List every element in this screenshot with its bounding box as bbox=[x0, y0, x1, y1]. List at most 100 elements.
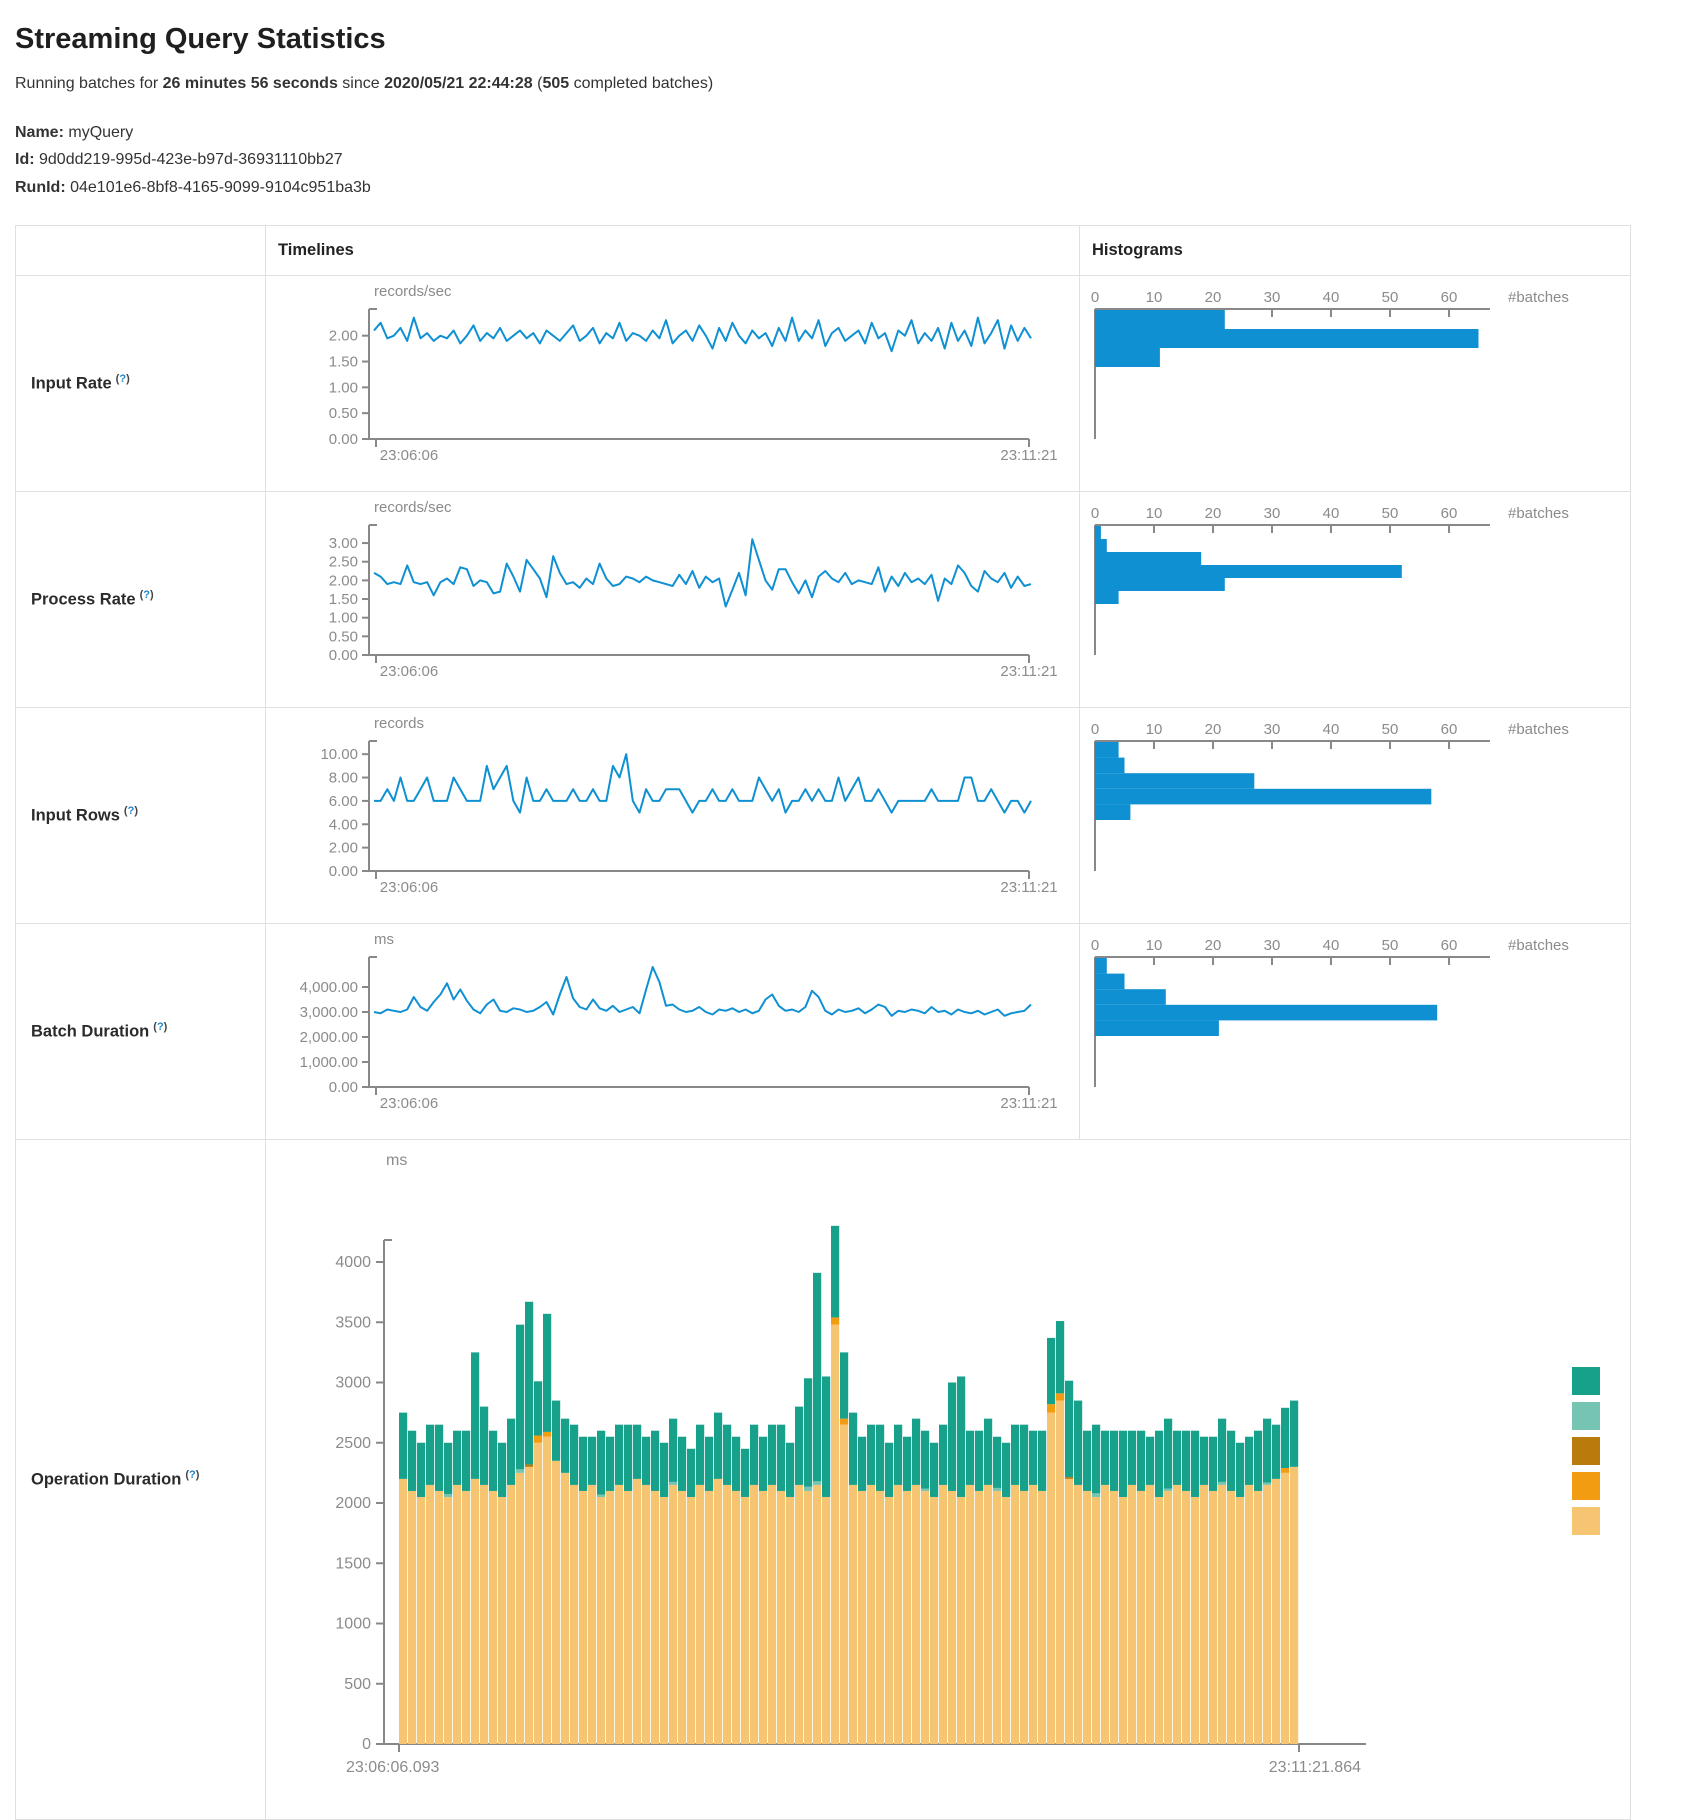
svg-text:3,000.00: 3,000.00 bbox=[300, 1004, 358, 1021]
svg-text:records: records bbox=[374, 715, 424, 732]
svg-text:8.00: 8.00 bbox=[329, 770, 358, 787]
batch-duration-label-cell: Batch Duration (?) bbox=[16, 924, 266, 1140]
since-word: since bbox=[342, 75, 379, 92]
statistics-table: Timelines Histograms Input Rate(?) recor… bbox=[15, 225, 1631, 1820]
query-name: myQuery bbox=[68, 124, 133, 141]
svg-text:0: 0 bbox=[1091, 721, 1099, 738]
operation-duration-label: Operation Duration bbox=[31, 1471, 181, 1489]
process-rate-histogram-cell: 0102030405060#batches bbox=[1080, 492, 1631, 708]
process-rate-label-cell: Process Rate (?) bbox=[16, 492, 266, 708]
batch-duration-timeline-chart: ms4,000.003,000.002,000.001,000.000.0023… bbox=[266, 924, 1067, 1139]
svg-text:2.00: 2.00 bbox=[329, 328, 358, 345]
input-rate-histogram-chart: 0 10 20 30 40 50 60 #batches bbox=[1080, 276, 1618, 491]
svg-text:20: 20 bbox=[1205, 505, 1222, 522]
svg-text:20: 20 bbox=[1205, 289, 1222, 306]
timelines-header: Timelines bbox=[266, 226, 1080, 276]
svg-text:1.00: 1.00 bbox=[329, 380, 358, 397]
query-runid-line: RunId: 04e101e6-8bf8-4165-9099-9104c951b… bbox=[15, 174, 1678, 202]
completed-batches-suffix: completed batches) bbox=[569, 75, 713, 92]
batch-duration-histogram-chart: 0102030405060#batches bbox=[1080, 924, 1618, 1139]
running-summary-prefix: Running batches for bbox=[15, 75, 158, 92]
process-rate-timeline-cell: records/sec3.002.502.001.501.000.500.002… bbox=[266, 492, 1080, 708]
svg-text:2.00: 2.00 bbox=[329, 573, 358, 590]
id-label: Id: bbox=[15, 151, 35, 168]
histograms-header: Histograms bbox=[1080, 226, 1631, 276]
query-id-line: Id: 9d0dd219-995d-423e-b97d-36931110bb27 bbox=[15, 146, 1678, 174]
svg-text:2,000.00: 2,000.00 bbox=[300, 1029, 358, 1046]
input-rows-timeline-chart: records10.008.006.004.002.000.0023:06:06… bbox=[266, 708, 1067, 923]
svg-text:30: 30 bbox=[1264, 937, 1281, 954]
table-row-batch-duration: Batch Duration(?) ms4,000.003,000.002,00… bbox=[16, 924, 1631, 1140]
svg-text:10: 10 bbox=[1146, 289, 1163, 306]
operation-duration-chart-cell: ms4000350030002500200015001000500023:06:… bbox=[266, 1140, 1631, 1820]
svg-text:0: 0 bbox=[1091, 937, 1099, 954]
input-rate-timeline-chart: records/sec2.001.501.000.500.0023:06:062… bbox=[266, 276, 1067, 491]
legend-swatch-tan[interactable] bbox=[1572, 1507, 1600, 1535]
svg-text:4,000.00: 4,000.00 bbox=[300, 979, 358, 996]
svg-text:10.00: 10.00 bbox=[320, 746, 358, 763]
svg-text:23:11:21: 23:11:21 bbox=[1000, 879, 1057, 896]
svg-text:3500: 3500 bbox=[335, 1314, 371, 1331]
svg-text:1.00: 1.00 bbox=[329, 610, 358, 627]
legend-swatch-ochre[interactable] bbox=[1572, 1437, 1600, 1465]
svg-text:1.50: 1.50 bbox=[329, 591, 358, 608]
svg-text:records/sec: records/sec bbox=[374, 499, 452, 516]
svg-text:3000: 3000 bbox=[335, 1375, 371, 1392]
table-row-operation-duration: Operation Duration(?) ms4000350030002500… bbox=[16, 1140, 1631, 1820]
legend-swatch-orange[interactable] bbox=[1572, 1472, 1600, 1500]
input-rows-label-cell: Input Rows (?) bbox=[16, 708, 266, 924]
query-runid: 04e101e6-8bf8-4165-9099-9104c951ba3b bbox=[70, 179, 371, 196]
svg-text:0.00: 0.00 bbox=[329, 647, 358, 664]
legend-swatch-dark-teal[interactable] bbox=[1572, 1367, 1600, 1395]
svg-text:40: 40 bbox=[1323, 289, 1340, 306]
svg-text:23:11:21: 23:11:21 bbox=[1000, 1095, 1057, 1112]
query-name-line: Name: myQuery bbox=[15, 119, 1678, 147]
svg-text:23:06:06.093: 23:06:06.093 bbox=[346, 1759, 440, 1776]
input-rows-label: Input Rows bbox=[31, 807, 120, 825]
process-rate-timeline-chart: records/sec3.002.502.001.501.000.500.002… bbox=[266, 492, 1067, 707]
help-icon[interactable]: (?) bbox=[140, 589, 154, 601]
streaming-query-statistics-page: Streaming Query Statistics Running batch… bbox=[0, 0, 1693, 1820]
svg-text:6.00: 6.00 bbox=[329, 793, 358, 810]
process-rate-label: Process Rate bbox=[31, 591, 136, 609]
svg-text:23:06:06: 23:06:06 bbox=[380, 879, 438, 896]
svg-text:0: 0 bbox=[1091, 289, 1099, 306]
input-rows-histogram-cell: 0102030405060#batches bbox=[1080, 708, 1631, 924]
name-label: Name: bbox=[15, 124, 64, 141]
query-id: 9d0dd219-995d-423e-b97d-36931110bb27 bbox=[39, 151, 343, 168]
svg-text:60: 60 bbox=[1441, 289, 1458, 306]
svg-text:1.50: 1.50 bbox=[329, 354, 358, 371]
svg-text:records/sec: records/sec bbox=[374, 283, 452, 300]
svg-text:30: 30 bbox=[1264, 505, 1281, 522]
svg-text:40: 40 bbox=[1323, 937, 1340, 954]
svg-text:23:06:06: 23:06:06 bbox=[380, 447, 438, 464]
svg-text:23:11:21: 23:11:21 bbox=[1000, 447, 1057, 464]
table-row-input-rate: Input Rate(?) records/sec2.001.501.000.5… bbox=[16, 276, 1631, 492]
legend-swatch-light-teal[interactable] bbox=[1572, 1402, 1600, 1430]
help-icon[interactable]: (?) bbox=[116, 373, 130, 385]
svg-text:500: 500 bbox=[344, 1676, 371, 1693]
svg-text:#batches: #batches bbox=[1508, 937, 1569, 954]
help-icon[interactable]: (?) bbox=[153, 1021, 167, 1033]
svg-text:50: 50 bbox=[1382, 289, 1399, 306]
svg-text:10: 10 bbox=[1146, 721, 1163, 738]
help-icon[interactable]: (?) bbox=[124, 805, 138, 817]
batch-duration-label: Batch Duration bbox=[31, 1023, 149, 1041]
svg-text:#batches: #batches bbox=[1508, 289, 1569, 306]
table-row-process-rate: Process Rate(?) records/sec3.002.502.001… bbox=[16, 492, 1631, 708]
batch-duration-timeline-cell: ms4,000.003,000.002,000.001,000.000.0023… bbox=[266, 924, 1080, 1140]
svg-text:2.50: 2.50 bbox=[329, 554, 358, 571]
operation-duration-stacked-chart: ms4000350030002500200015001000500023:06:… bbox=[266, 1140, 1605, 1819]
table-row-input-rows: Input Rows(?) records10.008.006.004.002.… bbox=[16, 708, 1631, 924]
svg-text:23:06:06: 23:06:06 bbox=[380, 663, 438, 680]
running-summary: Running batches for 26 minutes 56 second… bbox=[15, 75, 1678, 93]
svg-text:60: 60 bbox=[1441, 937, 1458, 954]
help-icon[interactable]: (?) bbox=[185, 1469, 199, 1481]
start-time: 2020/05/21 22:44:28 bbox=[384, 75, 533, 92]
page-title: Streaming Query Statistics bbox=[15, 21, 1678, 59]
input-rate-label-cell: Input Rate(?) bbox=[16, 276, 266, 492]
svg-text:30: 30 bbox=[1264, 289, 1281, 306]
svg-text:0.00: 0.00 bbox=[329, 431, 358, 448]
svg-text:23:06:06: 23:06:06 bbox=[380, 1095, 438, 1112]
svg-text:50: 50 bbox=[1382, 937, 1399, 954]
